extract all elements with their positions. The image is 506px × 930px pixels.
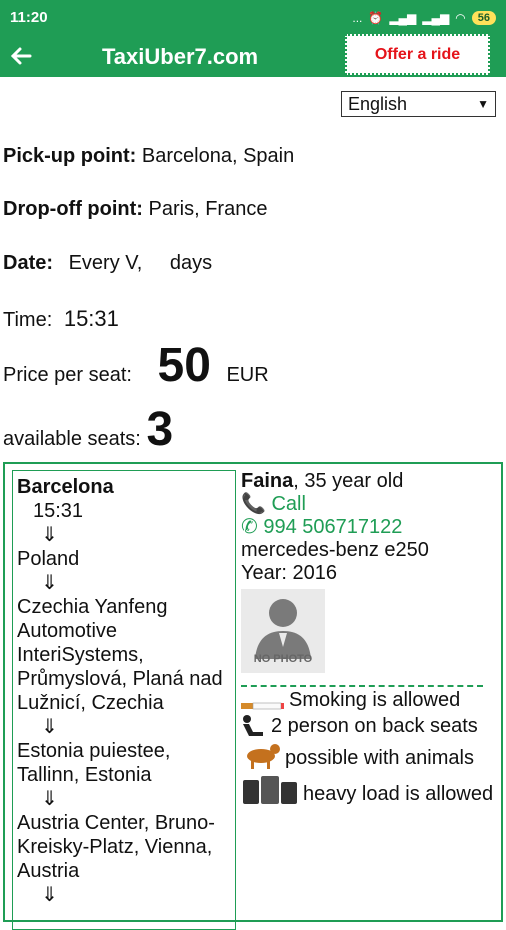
feature-text: possible with animals — [285, 747, 474, 769]
feature-back-seats: 2 person on back seats — [241, 714, 501, 738]
date-label: Date: — [3, 252, 54, 274]
feature-smoking: Smoking is allowed — [241, 689, 501, 712]
route-start-time: 15:31 — [33, 500, 84, 522]
time-label: Time: — [3, 309, 53, 331]
feature-text: heavy load is allowed — [303, 783, 494, 805]
alarm-icon: ⏰ — [368, 10, 384, 25]
car-seat-icon — [243, 715, 263, 736]
whatsapp-link[interactable]: ✆ 994 506717122 — [241, 516, 501, 539]
dropoff-label: Drop-off point: — [3, 198, 143, 220]
down-arrow-icon: ⇓ — [41, 884, 58, 906]
wifi-icon: ◠ — [455, 10, 466, 25]
language-select[interactable]: English ▼ — [341, 91, 496, 117]
date-row: Date: Every V, days — [3, 252, 212, 275]
date-suffix: days — [169, 252, 213, 274]
whatsapp-icon: ✆ — [241, 516, 258, 538]
photo-caption: NO PHOTO — [253, 653, 313, 665]
seats-row: available seats: 3 — [3, 402, 173, 457]
time-value: 15:31 — [63, 306, 119, 331]
language-value: English — [348, 93, 408, 114]
route-stop: Estonia puiestee, Tallinn, Estonia — [17, 740, 171, 786]
driver-photo: NO PHOTO — [241, 589, 325, 673]
down-arrow-icon: ⇓ — [41, 716, 58, 738]
phone-icon: 📞 — [241, 493, 266, 515]
call-link[interactable]: 📞 Call — [241, 493, 501, 516]
offer-ride-button[interactable]: Offer a ride — [345, 34, 490, 75]
price-label: Price per seat: — [3, 364, 132, 386]
route-stop: Austria Center, Bruno-Kreisky-Platz, Vie… — [17, 812, 215, 882]
dropoff-value: Paris, France — [148, 198, 268, 220]
battery-icon: 56 — [471, 10, 496, 25]
driver-age: , 35 year old — [293, 470, 404, 492]
feature-animals: possible with animals — [241, 740, 501, 770]
app-title: TaxiUber7.com — [102, 44, 259, 69]
car-model: mercedes-benz e250 — [241, 539, 429, 561]
signal-icon: ▂▄▆ — [389, 10, 417, 25]
signal-icon-2: ▂▄▆ — [422, 10, 450, 25]
cigarette-icon — [241, 702, 284, 710]
down-arrow-icon: ⇓ — [41, 788, 58, 810]
call-label: Call — [271, 493, 306, 515]
car-year: Year: 2016 — [241, 562, 338, 584]
back-arrow-icon[interactable] — [6, 41, 36, 71]
seats-label: available seats: — [3, 428, 141, 450]
dog-icon — [247, 744, 280, 769]
dropdown-arrow-icon: ▼ — [477, 97, 489, 111]
divider — [241, 685, 483, 687]
route-start: Barcelona — [17, 476, 114, 498]
route-stop: Poland — [17, 548, 80, 570]
pickup-value: Barcelona, Spain — [141, 145, 295, 167]
driver-name: Faina — [241, 470, 294, 492]
date-value: Every V, — [68, 252, 143, 274]
feature-text: Smoking is allowed — [289, 689, 461, 711]
price-currency: EUR — [226, 364, 269, 386]
feature-luggage: heavy load is allowed — [241, 772, 501, 806]
status-bar: 11:20 ... ⏰ ▂▄▆ ▂▄▆ ◠ 56 — [0, 0, 506, 35]
down-arrow-icon: ⇓ — [41, 572, 58, 594]
route-stop: Czechia Yanfeng Automotive InteriSystems… — [17, 596, 223, 714]
seats-value: 3 — [146, 403, 174, 456]
time-row: Time: 15:31 — [3, 306, 119, 332]
notification-dots-icon: ... — [352, 10, 363, 25]
ride-details-panel: Barcelona 15:31 ⇓ Poland ⇓ Czechia Yanfe… — [3, 462, 503, 930]
dropoff-row: Drop-off point: Paris, France — [3, 198, 267, 221]
status-icons: ... ⏰ ▂▄▆ ▂▄▆ ◠ 56 — [352, 10, 496, 25]
luggage-icon — [243, 776, 297, 804]
price-value: 50 — [157, 339, 211, 392]
route-panel: Barcelona 15:31 ⇓ Poland ⇓ Czechia Yanfe… — [12, 470, 236, 930]
driver-info: Faina, 35 year old — [241, 470, 501, 493]
pickup-label: Pick-up point: — [3, 145, 137, 167]
status-time: 11:20 — [10, 9, 48, 26]
down-arrow-icon: ⇓ — [41, 524, 58, 546]
whatsapp-number: 994 506717122 — [263, 516, 403, 538]
pickup-row: Pick-up point: Barcelona, Spain — [3, 145, 294, 168]
driver-panel: Faina, 35 year old 📞 Call ✆ 994 50671712… — [241, 470, 501, 806]
feature-text: 2 person on back seats — [271, 715, 478, 737]
price-row: Price per seat: 50 EUR — [3, 338, 269, 393]
